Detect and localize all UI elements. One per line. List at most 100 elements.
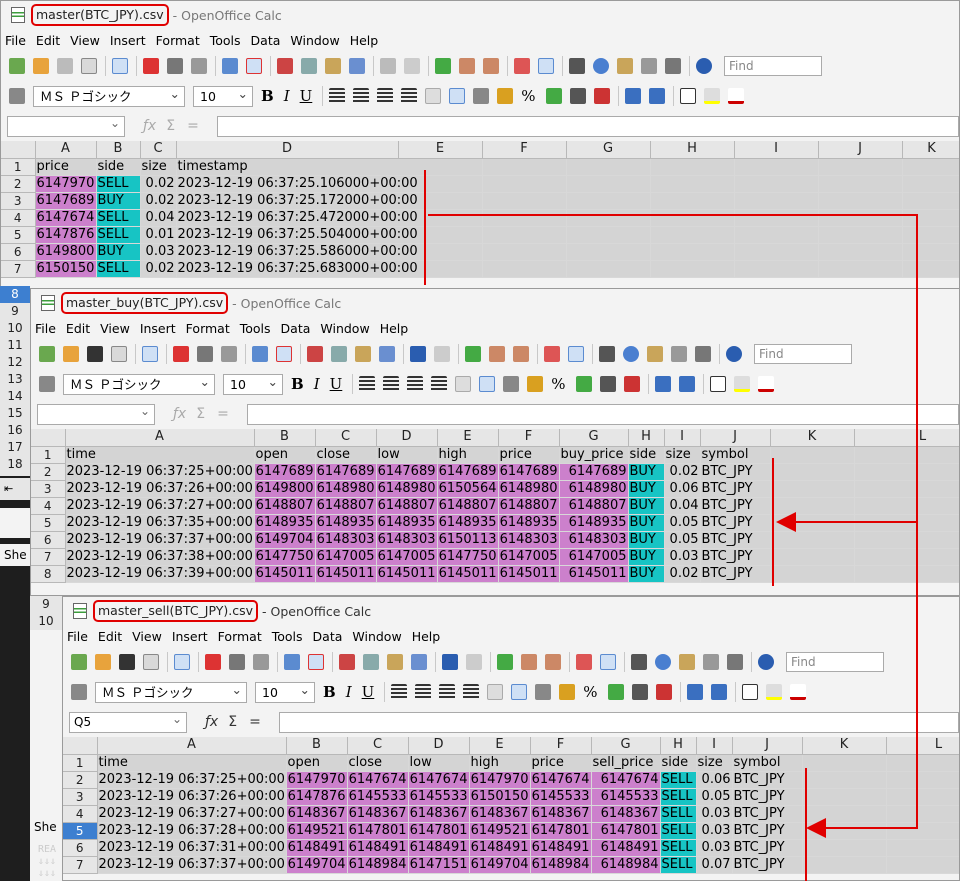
number-format-icon[interactable]: [575, 376, 592, 392]
title-bar[interactable]: master_buy(BTC_JPY).csv - OpenOffice Cal…: [31, 289, 959, 317]
cell[interactable]: [566, 158, 651, 176]
cell[interactable]: symbol: [700, 446, 771, 464]
cell[interactable]: [482, 192, 567, 210]
cell[interactable]: [818, 226, 903, 244]
zoom-icon[interactable]: [695, 346, 711, 362]
find-replace-icon[interactable]: [631, 654, 647, 670]
cell[interactable]: 0.04: [140, 209, 177, 227]
cell[interactable]: 0.02: [140, 192, 177, 210]
cell[interactable]: 6148367: [591, 805, 661, 823]
cell[interactable]: 6145533: [347, 788, 409, 806]
col-header[interactable]: J: [818, 141, 903, 159]
chart-icon[interactable]: [576, 654, 592, 670]
find-input[interactable]: Find: [754, 344, 852, 364]
cell[interactable]: 6147005: [498, 548, 560, 566]
find-replace-icon[interactable]: [599, 346, 615, 362]
cell[interactable]: BTC_JPY: [732, 771, 803, 789]
print-icon[interactable]: [197, 346, 213, 362]
cell[interactable]: 6148807: [254, 497, 316, 515]
cell[interactable]: 2023-12-19 06:37:35+00:00: [65, 514, 255, 532]
format-paintbrush-icon[interactable]: [349, 58, 365, 74]
cell[interactable]: [482, 209, 567, 227]
cell[interactable]: 6145011: [254, 565, 316, 583]
cell[interactable]: open: [254, 446, 316, 464]
cell[interactable]: [734, 209, 819, 227]
navigator-icon[interactable]: [623, 346, 639, 362]
font-size-box[interactable]: 10: [255, 680, 315, 703]
cell[interactable]: 2023-12-19 06:37:31+00:00: [97, 839, 287, 857]
cell[interactable]: 6147689: [254, 463, 316, 481]
delete-decimal-icon[interactable]: [655, 684, 672, 700]
percent-button[interactable]: %: [583, 683, 597, 701]
cell[interactable]: BUY: [628, 565, 665, 583]
cell[interactable]: [770, 531, 855, 549]
cell[interactable]: 6150150: [35, 260, 97, 278]
row-header[interactable]: 1: [31, 446, 66, 464]
pdf-icon[interactable]: [143, 58, 159, 74]
cell[interactable]: high: [469, 754, 531, 772]
cell[interactable]: 6148303: [498, 531, 560, 549]
number-format-icon[interactable]: [607, 684, 624, 700]
cell[interactable]: 2023-12-19 06:37:26+00:00: [97, 788, 287, 806]
spreadsheet-grid[interactable]: A B C D E F G H I J K 1 price side size …: [1, 141, 959, 278]
cell[interactable]: [482, 243, 567, 261]
redo-icon[interactable]: [434, 346, 450, 362]
cell[interactable]: [886, 856, 959, 874]
cell[interactable]: [734, 243, 819, 261]
cell[interactable]: 6148980: [498, 480, 560, 498]
cell[interactable]: [902, 209, 959, 227]
sum-icon[interactable]: Σ: [196, 406, 205, 422]
col-header[interactable]: B: [286, 737, 348, 755]
spreadsheet-grid[interactable]: A B C D E F G H I J K L 1 time open clos…: [63, 737, 959, 874]
cell[interactable]: [818, 158, 903, 176]
cell[interactable]: 6149704: [286, 856, 348, 874]
bold-button[interactable]: B: [323, 683, 336, 701]
font-name-box[interactable]: ＭＳ Ｐゴシック: [95, 680, 247, 703]
menu-help[interactable]: Help: [350, 33, 379, 48]
align-center-icon[interactable]: [383, 376, 400, 392]
cell[interactable]: 6149521: [469, 822, 531, 840]
cell[interactable]: 6150564: [437, 480, 499, 498]
cell[interactable]: [566, 175, 651, 193]
cell[interactable]: 2023-12-19 06:37:27+00:00: [97, 805, 287, 823]
cell[interactable]: [482, 226, 567, 244]
cell[interactable]: 6147801: [530, 822, 592, 840]
row-header[interactable]: 14: [0, 388, 30, 405]
cell[interactable]: [802, 788, 887, 806]
row-header[interactable]: 2: [63, 771, 98, 789]
cell[interactable]: 6149521: [286, 822, 348, 840]
menu-window[interactable]: Window: [352, 629, 401, 644]
cell[interactable]: 0.03: [696, 839, 733, 857]
italic-button[interactable]: I: [314, 375, 320, 393]
find-replace-icon[interactable]: [569, 58, 585, 74]
spellcheck-icon[interactable]: [222, 58, 238, 74]
cell[interactable]: BTC_JPY: [700, 463, 771, 481]
help-icon[interactable]: [758, 654, 774, 670]
cell[interactable]: [818, 260, 903, 278]
underline-button[interactable]: U: [300, 87, 313, 105]
cell[interactable]: BTC_JPY: [732, 788, 803, 806]
cell[interactable]: 6145011: [498, 565, 560, 583]
row-header[interactable]: 4: [63, 805, 98, 823]
page-preview-icon[interactable]: [253, 654, 269, 670]
cell[interactable]: 6148367: [469, 805, 531, 823]
draw-functions-icon[interactable]: [600, 654, 616, 670]
pdf-icon[interactable]: [173, 346, 189, 362]
cell[interactable]: BTC_JPY: [700, 565, 771, 583]
formula-input[interactable]: [278, 711, 959, 733]
cell[interactable]: [902, 192, 959, 210]
col-header[interactable]: A: [65, 429, 255, 447]
gallery-icon[interactable]: [679, 654, 695, 670]
cell[interactable]: BTC_JPY: [700, 497, 771, 515]
cell[interactable]: 6148935: [315, 514, 377, 532]
spellcheck-icon[interactable]: [252, 346, 268, 362]
cell[interactable]: [770, 565, 855, 583]
cell[interactable]: price: [35, 158, 97, 176]
save-icon[interactable]: [87, 346, 103, 362]
sheet-nav-icon[interactable]: ⇤: [0, 478, 30, 500]
cell[interactable]: 6145011: [437, 565, 499, 583]
cell[interactable]: 6149800: [35, 243, 97, 261]
cell[interactable]: 0.03: [664, 548, 701, 566]
save-icon[interactable]: [119, 654, 135, 670]
row-header[interactable]: 3: [63, 788, 98, 806]
